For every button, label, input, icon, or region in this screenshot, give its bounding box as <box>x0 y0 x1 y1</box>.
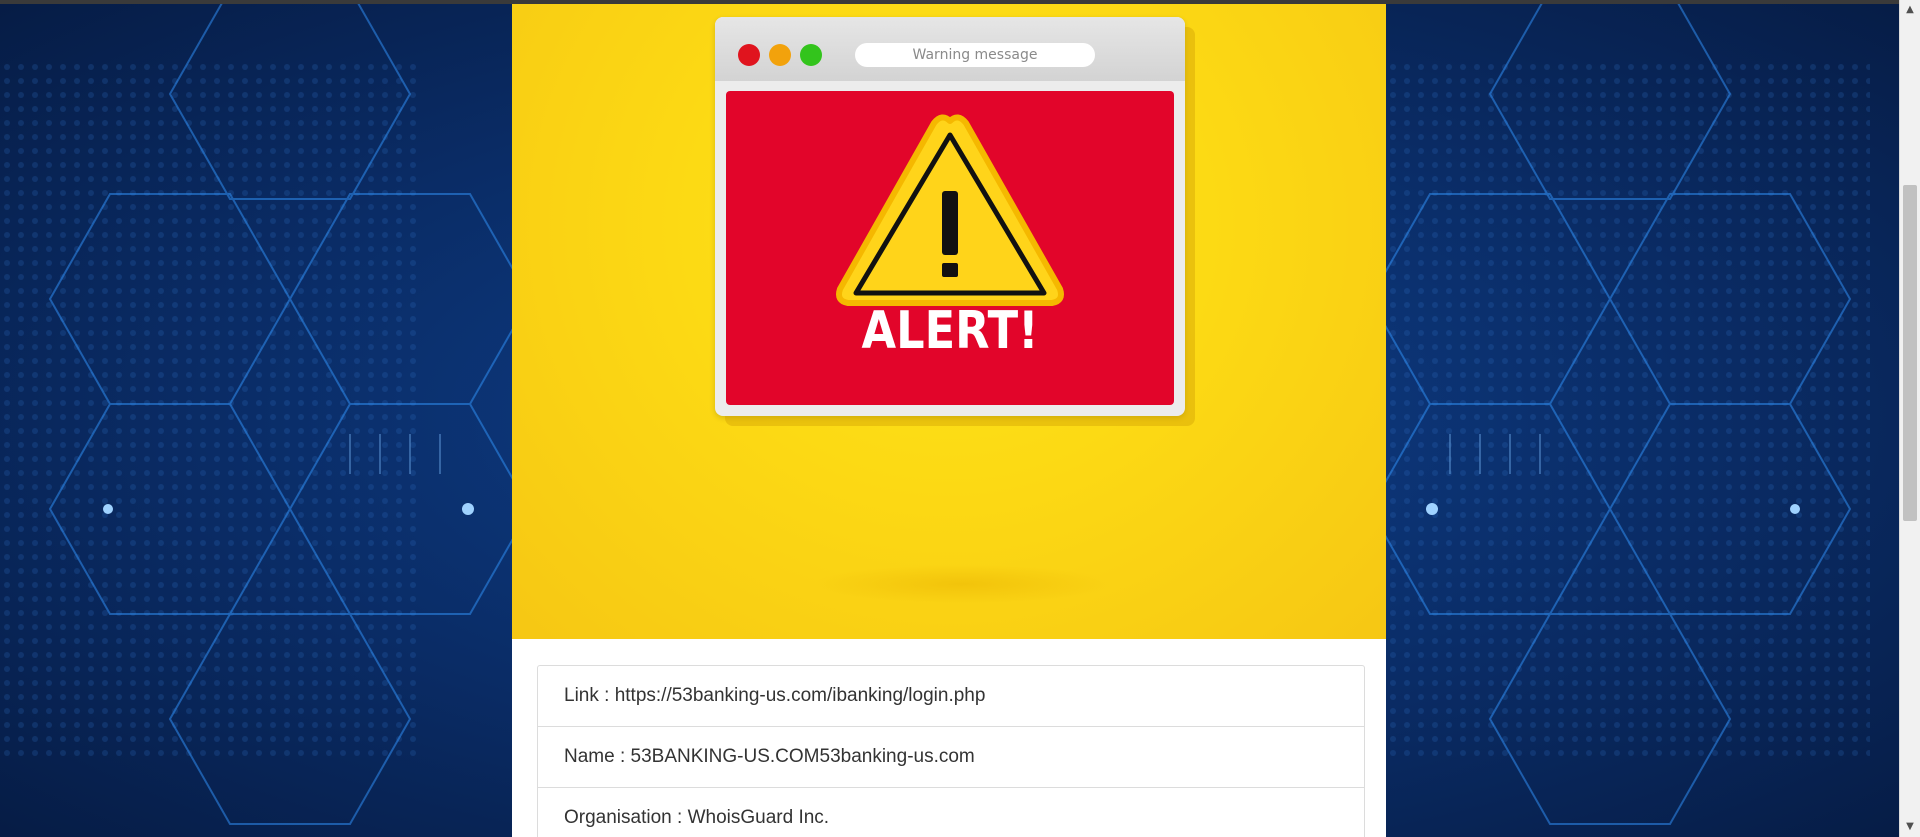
site-details-card: Link : https://53banking-us.com/ibanking… <box>537 665 1365 837</box>
close-dot-icon <box>738 44 760 66</box>
warning-window-illustration: Warning message ALERT! <box>715 17 1185 416</box>
warning-hero-banner: Warning message ALERT! <box>512 4 1386 639</box>
hero-shadow <box>812 564 1112 604</box>
scroll-down-arrow-icon[interactable]: ▼ <box>1900 819 1920 835</box>
main-content-column: Warning message ALERT! Link : https://53… <box>512 4 1386 837</box>
detail-row-link: Link : https://53banking-us.com/ibanking… <box>538 666 1364 727</box>
alert-heading: ALERT! <box>861 301 1039 361</box>
detail-row-organisation: Organisation : WhoisGuard Inc. <box>564 807 830 828</box>
scroll-up-arrow-icon[interactable]: ▲ <box>1900 2 1920 18</box>
alert-panel: ALERT! <box>726 91 1174 405</box>
window-address-bar: Warning message <box>855 43 1095 67</box>
window-titlebar: Warning message <box>715 17 1185 81</box>
detail-row-name: Name : 53BANKING-US.COM53banking-us.com <box>538 727 1364 788</box>
vertical-scrollbar[interactable]: ▲ ▼ <box>1899 0 1920 837</box>
maximize-dot-icon <box>800 44 822 66</box>
scrollbar-thumb[interactable] <box>1903 185 1917 521</box>
minimize-dot-icon <box>769 44 791 66</box>
